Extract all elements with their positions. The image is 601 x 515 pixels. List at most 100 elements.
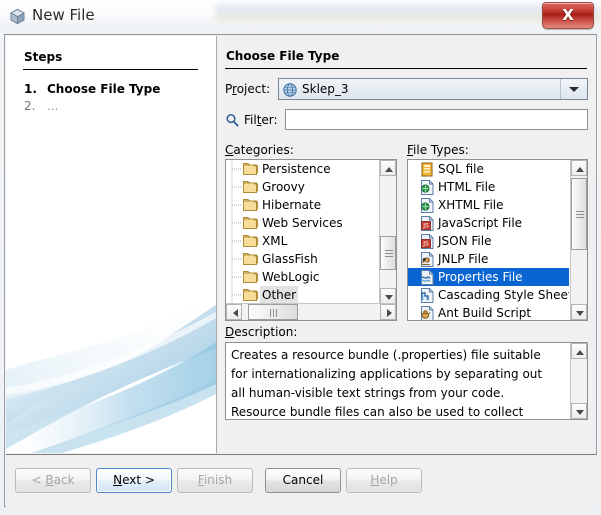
- filter-label: Filter:: [244, 113, 278, 127]
- arrow-up-icon: [576, 350, 584, 355]
- close-icon: X: [562, 6, 574, 24]
- step-1-label: Choose File Type: [47, 82, 161, 96]
- scroll-up-button[interactable]: [571, 160, 587, 176]
- categories-label: Categories:: [225, 143, 294, 157]
- javascript-file-icon: JS: [420, 216, 436, 231]
- title-bar: New File X: [0, 0, 601, 34]
- file-type-item[interactable]: JNLP File: [408, 250, 569, 268]
- file-types-label: File Types:: [407, 143, 469, 157]
- file-type-item-label: HTML File: [438, 180, 496, 194]
- scrollbar-thumb[interactable]: [571, 178, 587, 250]
- description-box[interactable]: Creates a resource bundle (.properties) …: [225, 342, 588, 420]
- file-type-item-label: Properties File: [438, 270, 523, 284]
- step-2-number: 2.: [24, 99, 36, 113]
- scroll-down-button[interactable]: [571, 403, 587, 419]
- file-type-item[interactable]: SQL file: [408, 160, 569, 178]
- folder-icon: [243, 180, 259, 195]
- project-dropdown-arrow-button[interactable]: [560, 79, 587, 99]
- folder-icon: [243, 198, 259, 213]
- scroll-right-button[interactable]: [380, 304, 396, 320]
- folder-icon: [243, 270, 259, 285]
- next-button[interactable]: Next >: [96, 468, 172, 493]
- category-item-label: GlassFish: [262, 252, 318, 266]
- file-type-item[interactable]: Ant Build Script: [408, 304, 569, 320]
- folder-icon: [243, 162, 259, 177]
- content-panel: Choose File Type Project: Sklep_3 Filter…: [217, 36, 596, 453]
- project-label: Project:: [225, 82, 271, 96]
- file-type-item[interactable]: HTML File: [408, 178, 569, 196]
- filter-input[interactable]: [286, 110, 587, 129]
- file-type-item-label: SQL file: [438, 162, 484, 176]
- category-item[interactable]: Other: [226, 286, 378, 304]
- categories-rows: Persistence Groovy Hibernate Web Services XM…: [226, 160, 378, 304]
- file-type-item[interactable]: Cascading Style Sheet: [408, 286, 569, 304]
- category-item[interactable]: Persistence: [226, 160, 378, 178]
- help-button[interactable]: Help: [346, 468, 422, 493]
- category-item[interactable]: Groovy: [226, 178, 378, 196]
- file-type-item-label: XHTML File: [438, 198, 504, 212]
- new-file-dialog: New File X Steps 1. Choose File Type 2. …: [0, 0, 601, 515]
- finish-button[interactable]: Finish: [177, 468, 253, 493]
- steps-header: Steps: [24, 50, 63, 64]
- css-file-icon: [420, 288, 436, 303]
- file-types-list[interactable]: SQL file HTML File XHTML File JS JavaScript …: [407, 159, 588, 321]
- globe-icon: [283, 82, 297, 97]
- file-type-item[interactable]: JS JSON File: [408, 232, 569, 250]
- category-item-label: Other: [260, 286, 299, 304]
- category-item-label: Web Services: [262, 216, 343, 230]
- scroll-down-button[interactable]: [380, 288, 396, 304]
- categories-vertical-scrollbar[interactable]: [379, 160, 396, 304]
- project-dropdown[interactable]: Sklep_3: [278, 78, 588, 100]
- category-item-label: Hibernate: [262, 198, 322, 212]
- xhtml-file-icon: [420, 198, 436, 213]
- arrow-right-icon: [387, 309, 392, 317]
- category-item-label: Persistence: [262, 162, 331, 176]
- sql-file-icon: [420, 162, 436, 177]
- decorative-swoosh-graphic: [6, 293, 216, 453]
- close-button[interactable]: X: [542, 2, 594, 29]
- file-type-item[interactable]: JS JavaScript File: [408, 214, 569, 232]
- category-item[interactable]: WebLogic: [226, 268, 378, 286]
- cancel-button[interactable]: Cancel: [265, 468, 341, 493]
- category-item[interactable]: XML: [226, 232, 378, 250]
- svg-text:JS: JS: [422, 241, 429, 248]
- scrollbar-thumb[interactable]: [380, 236, 396, 270]
- arrow-down-icon: [576, 311, 584, 316]
- folder-icon: [243, 288, 259, 303]
- step-1-number: 1.: [24, 82, 37, 96]
- html-file-icon: [420, 180, 436, 195]
- titlebar-background-bleed: [228, 11, 232, 24]
- arrow-down-icon: [385, 295, 393, 300]
- page-title: Choose File Type: [226, 49, 340, 63]
- categories-list-items: Persistence Groovy Hibernate Web Services XM…: [226, 160, 378, 304]
- scrollbar-thumb-horizontal[interactable]: [248, 304, 298, 320]
- categories-horizontal-scrollbar[interactable]: [226, 303, 396, 320]
- folder-icon: [243, 234, 259, 249]
- description-vertical-scrollbar[interactable]: [570, 343, 587, 419]
- file-types-vertical-scrollbar[interactable]: [570, 160, 587, 320]
- category-item[interactable]: GlassFish: [226, 250, 378, 268]
- steps-panel: Steps 1. Choose File Type 2. ...: [6, 36, 216, 453]
- ant-file-icon: [420, 306, 436, 320]
- file-types-rows: SQL file HTML File XHTML File JS JavaScript …: [408, 160, 569, 320]
- chevron-down-icon: [569, 87, 579, 92]
- category-item[interactable]: Web Services: [226, 214, 378, 232]
- filter-field-wrapper[interactable]: [285, 109, 588, 130]
- scroll-left-button[interactable]: [226, 304, 242, 320]
- file-type-item[interactable]: Properties File: [408, 268, 569, 286]
- scroll-up-button[interactable]: [380, 160, 396, 176]
- arrow-up-icon: [576, 167, 584, 172]
- step-2-label: ...: [47, 99, 59, 113]
- back-button[interactable]: < Back: [15, 468, 91, 493]
- cube-icon: [9, 8, 26, 25]
- scroll-down-button[interactable]: [571, 304, 587, 320]
- categories-list[interactable]: Persistence Groovy Hibernate Web Services XM…: [225, 159, 397, 321]
- category-item-label: XML: [262, 234, 288, 248]
- file-type-item-label: JSON File: [438, 234, 492, 248]
- arrow-up-icon: [385, 167, 393, 172]
- category-item[interactable]: Hibernate: [226, 196, 378, 214]
- file-type-item[interactable]: XHTML File: [408, 196, 569, 214]
- properties-file-icon: [420, 270, 436, 285]
- scroll-up-button[interactable]: [571, 343, 587, 359]
- folder-icon: [243, 216, 259, 231]
